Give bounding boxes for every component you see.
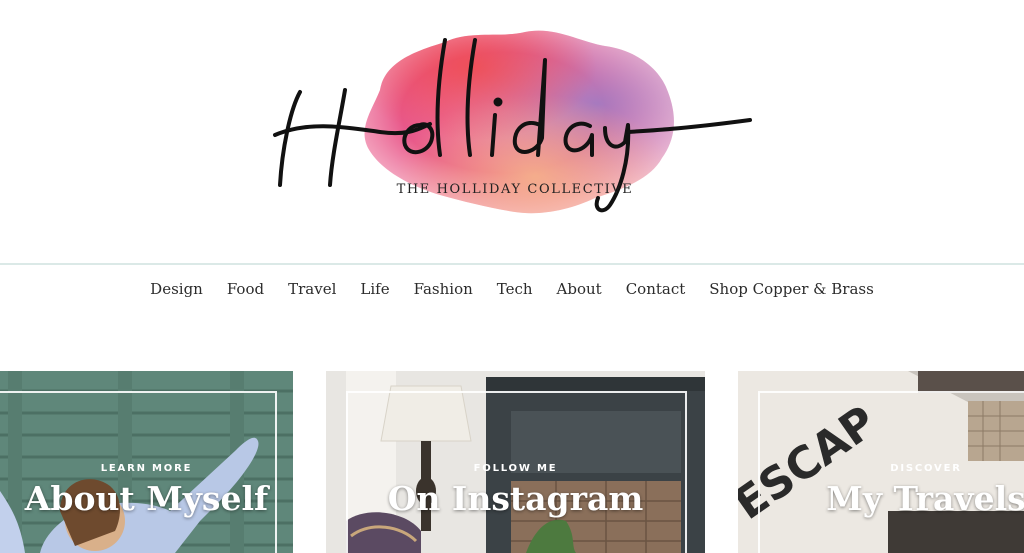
nav-item-fashion[interactable]: Fashion [414,280,473,298]
feature-tile-travels[interactable]: ESCAP DISCOVER My Travels [738,371,1024,553]
tile-title: About Myself [24,479,269,518]
nav-item-contact[interactable]: Contact [626,280,686,298]
nav-item-tech[interactable]: Tech [497,280,533,298]
nav-item-shop[interactable]: Shop Copper & Brass [709,280,874,298]
nav-item-life[interactable]: Life [360,280,389,298]
tile-kicker: LEARN MORE [100,463,193,474]
main-nav: Design Food Travel Life Fashion Tech Abo… [0,276,1024,302]
site-header: THE HOLLIDAY COLLECTIVE [0,0,1024,262]
tile-kicker: FOLLOW ME [473,463,558,474]
feature-tile-about[interactable]: LEARN MORE About Myself [0,371,293,553]
nav-item-about[interactable]: About [557,280,602,298]
site-logo[interactable]: THE HOLLIDAY COLLECTIVE [270,20,770,230]
logo-tagline: THE HOLLIDAY COLLECTIVE [396,182,634,197]
page: THE HOLLIDAY COLLECTIVE Design Food Trav… [0,0,1024,553]
tile-kicker: DISCOVER [890,463,962,474]
nav-item-food[interactable]: Food [227,280,264,298]
nav-item-travel[interactable]: Travel [288,280,336,298]
header-divider [0,263,1024,265]
nav-item-design[interactable]: Design [150,280,203,298]
feature-tile-instagram[interactable]: FOLLOW ME On Instagram [326,371,705,553]
tile-title: My Travels [826,479,1024,518]
logo-watercolor [273,30,752,214]
tile-title: On Instagram [387,479,644,518]
